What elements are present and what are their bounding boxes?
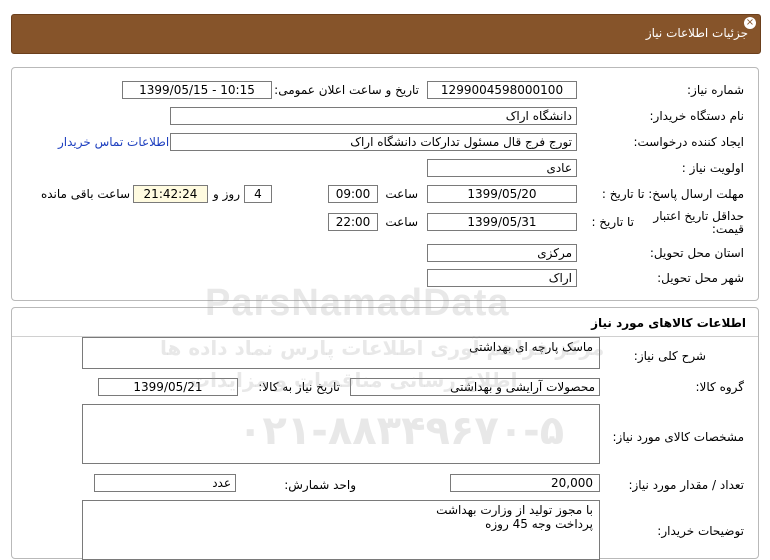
need-number-field[interactable]: 1299004598000100 [427, 81, 577, 99]
page-header: جزئیات اطلاعات نیاز × [11, 14, 761, 54]
reply-time-field[interactable]: 09:00 [328, 185, 378, 203]
validity-time-field[interactable]: 22:00 [328, 213, 378, 231]
need-number-label: شماره نیاز: [687, 83, 744, 97]
province-field[interactable]: مرکزی [427, 244, 577, 262]
priority-field[interactable]: عادی [427, 159, 577, 177]
remaining-time-field: 21:42:24 [133, 185, 208, 203]
buyer-notes-line: با مجوز تولید از وزارت بهداشت [436, 503, 593, 517]
specs-field[interactable] [82, 404, 600, 464]
validity-time-label: ساعت [385, 215, 418, 229]
general-desc-field[interactable]: ماسک پارچه ای بهداشتی [82, 337, 600, 369]
validity-to-date-label: تا تاریخ : [591, 215, 634, 229]
general-desc-label: شرح کلی نیاز: [633, 349, 706, 363]
reply-date-field[interactable]: 1399/05/20 [427, 185, 577, 203]
buyer-contact-link[interactable]: اطلاعات تماس خریدار [58, 135, 169, 149]
province-label: استان محل تحویل: [649, 246, 744, 260]
unit-label: واحد شمارش: [284, 478, 356, 492]
announce-field[interactable]: 1399/05/15 - 10:15 [122, 81, 272, 99]
need-date-label: تاریخ نیاز به کالا: [258, 380, 340, 394]
days-field[interactable]: 4 [244, 185, 272, 203]
city-field[interactable]: اراک [427, 269, 577, 287]
specs-label: مشخصات کالای مورد نیاز: [612, 430, 744, 444]
need-date-field[interactable]: 1399/05/21 [98, 378, 238, 396]
goods-group-field[interactable]: محصولات آرایشی و بهداشتی [350, 378, 600, 396]
city-label: شهر محل تحویل: [657, 271, 744, 285]
validity-label: حداقل تاریخ اعتبار قیمت: [653, 209, 744, 236]
collapse-icon[interactable]: × [744, 17, 756, 29]
goods-group-label: گروه کالا: [695, 380, 745, 394]
qty-field[interactable]: 20,000 [450, 474, 600, 492]
page-title: جزئیات اطلاعات نیاز [645, 26, 748, 40]
priority-label: اولویت نیاز : [681, 161, 744, 175]
buyer-org-field[interactable]: دانشگاه اراک [170, 107, 577, 125]
buyer-notes-label: توضیحات خریدار: [657, 524, 744, 538]
buyer-notes-field[interactable]: با مجوز تولید از وزارت بهداشت پرداخت وجه… [82, 500, 600, 560]
announce-label: تاریخ و ساعت اعلان عمومی: [274, 83, 419, 97]
goods-section-title: اطلاعات کالاهای مورد نیاز [591, 316, 746, 330]
buyer-org-label: نام دستگاه خریدار: [649, 109, 745, 123]
unit-field[interactable]: عدد [94, 474, 236, 492]
reply-deadline-label: مهلت ارسال پاسخ: تا تاریخ : [601, 187, 744, 201]
remaining-label: ساعت باقی مانده [40, 187, 130, 201]
buyer-notes-line: پرداخت وجه 45 روزه [485, 517, 593, 531]
days-label: روز و [213, 187, 240, 201]
goods-info-panel: اطلاعات کالاهای مورد نیاز شرح کلی نیاز: … [11, 307, 759, 560]
creator-label: ایجاد کننده درخواست: [633, 135, 744, 149]
need-info-panel: شماره نیاز: 1299004598000100 تاریخ و ساع… [11, 67, 759, 301]
reply-time-label: ساعت [385, 187, 418, 201]
qty-label: تعداد / مقدار مورد نیاز: [628, 478, 744, 492]
creator-field[interactable]: تورج فرج قال مسئول تدارکات دانشگاه اراک [170, 133, 577, 151]
validity-date-field[interactable]: 1399/05/31 [427, 213, 577, 231]
